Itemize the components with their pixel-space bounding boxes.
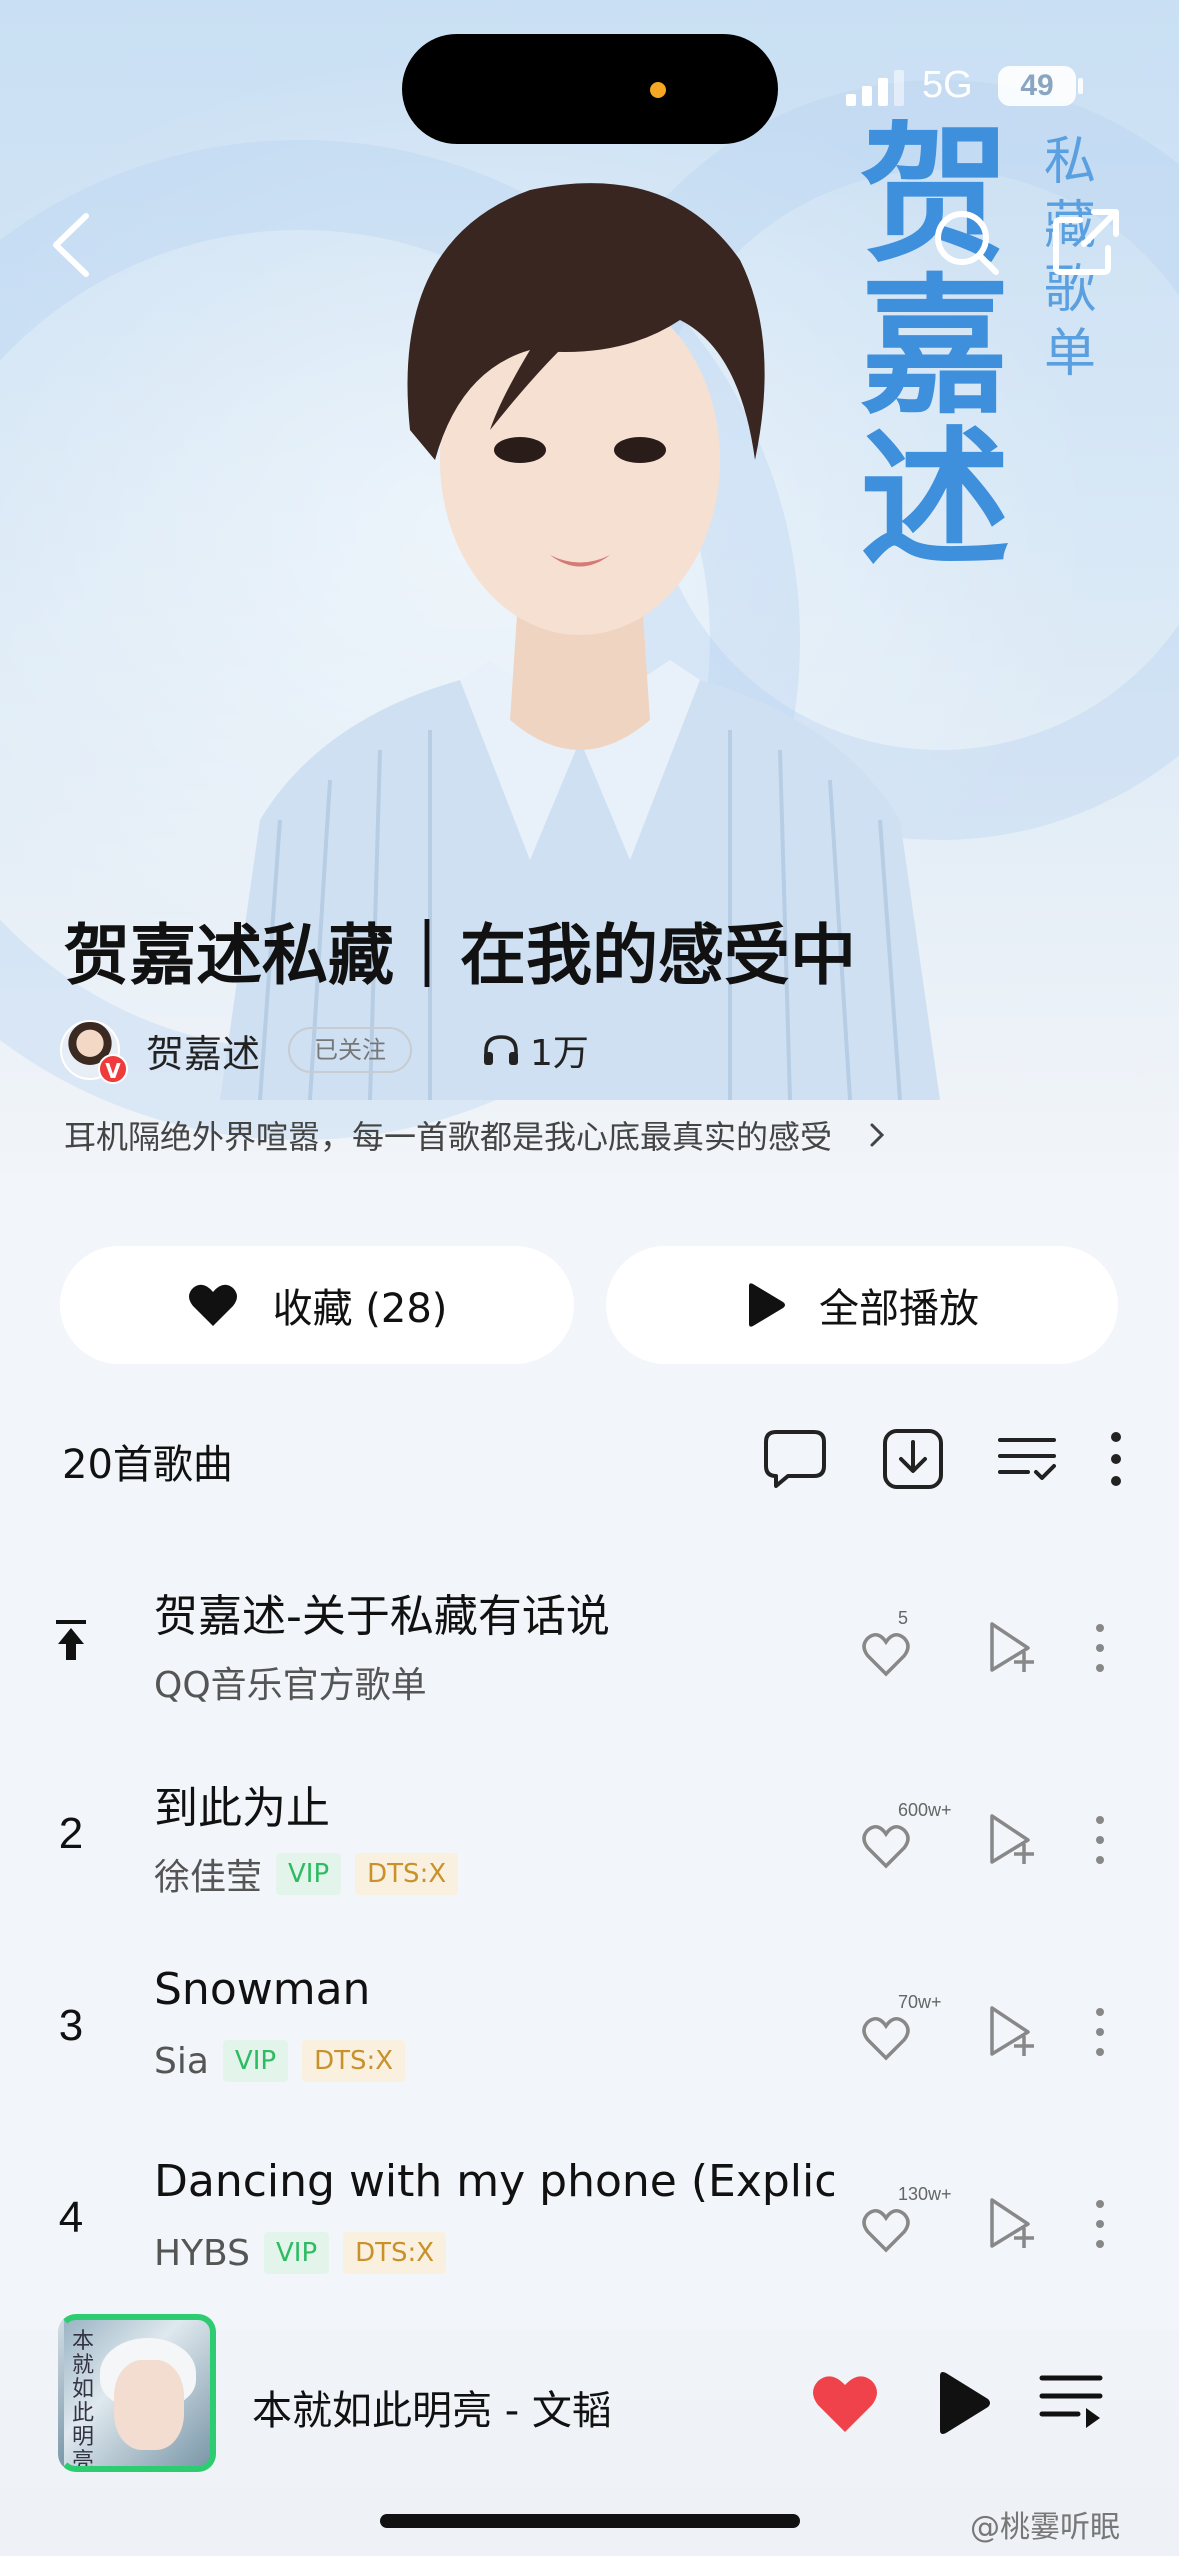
heart-outline-icon[interactable] (858, 1814, 938, 1874)
creator-avatar[interactable]: V (60, 1020, 128, 1084)
more-icon[interactable] (1090, 2004, 1110, 2060)
dynamic-island (402, 34, 778, 144)
more-icon[interactable] (1090, 1620, 1110, 1676)
song-index: 3 (58, 2001, 84, 2050)
vip-tag: VIP (276, 1853, 342, 1895)
status-bar: 5G 49 (0, 0, 1179, 144)
song-count: 20首歌曲 (62, 1442, 233, 1488)
listen-count-value: 1万 (530, 1033, 589, 1074)
add-to-playlist-icon[interactable] (986, 1812, 1036, 1868)
network-type: 5G (922, 64, 973, 106)
playlist-description-row[interactable]: 耳机隔绝外界喧嚣，每一首歌都是我心底最真实的感受 (64, 1110, 1124, 1160)
battery-cap (1078, 78, 1083, 94)
listen-count: 1万 (482, 1024, 589, 1076)
song-title: 到此为止 (154, 1783, 330, 1834)
song-index: 2 (58, 1809, 84, 1858)
vip-tag: VIP (222, 2040, 289, 2082)
comment-button[interactable] (762, 1428, 828, 1494)
follow-status-button[interactable]: 已关注 (288, 1027, 413, 1073)
add-to-playlist-icon[interactable] (986, 1620, 1036, 1676)
now-playing-cover[interactable]: 本就如此明亮 (58, 2314, 216, 2472)
song-artist: Sia (154, 2040, 209, 2082)
song-artist: QQ音乐官方歌单 (154, 1665, 427, 1706)
sort-list-icon (998, 1438, 1056, 1480)
heart-outline-icon[interactable] (858, 2198, 938, 2258)
dts-tag: DTS:X (355, 1853, 459, 1895)
verified-badge: V (98, 1054, 128, 1084)
song-meta: HYBS VIP DTS:X (154, 2232, 447, 2274)
play-all-label: 全部播放 (819, 1286, 979, 1332)
dts-tag: DTS:X (343, 2232, 447, 2274)
play-icon[interactable] (932, 2370, 992, 2436)
song-title: 贺嘉述-关于私藏有话说 (154, 1591, 610, 1642)
chevron-right-icon (870, 1123, 885, 1147)
song-row[interactable]: 2 到此为止 徐佳莹 VIP DTS:X 600w+ (0, 1754, 1179, 1944)
more-icon[interactable] (1090, 2196, 1110, 2252)
share-icon[interactable] (1050, 206, 1122, 278)
signal-icon (846, 70, 904, 106)
mic-indicator (650, 82, 666, 98)
download-button[interactable] (882, 1428, 944, 1494)
song-row[interactable]: 4 Dancing with my phone (Explic... HYBS … (0, 2138, 1179, 2328)
cover-art-face (114, 2360, 184, 2450)
comment-icon (764, 1430, 826, 1488)
play-all-button[interactable]: 全部播放 (606, 1246, 1118, 1364)
now-playing-title[interactable]: 本就如此明亮 - 文韬 (252, 2378, 612, 2436)
cover-art-text: 本就如此明亮 (72, 2329, 95, 2472)
heart-filled-icon[interactable] (810, 2370, 880, 2436)
song-title: Snowman (154, 1964, 371, 2015)
song-meta: QQ音乐官方歌单 (154, 1656, 427, 1708)
home-indicator[interactable] (380, 2514, 800, 2528)
heart-outline-icon[interactable] (858, 1622, 938, 1682)
pin-top-icon (56, 1620, 86, 1660)
more-button[interactable] (1110, 1431, 1122, 1491)
play-icon (749, 1283, 785, 1327)
song-title: Dancing with my phone (Explic... (154, 2156, 834, 2207)
playlist-hero: 贺嘉述 私藏歌单 (0, 0, 1179, 1190)
vip-tag: VIP (263, 2232, 330, 2274)
hero-artist-name: 贺嘉述 (859, 109, 1010, 587)
creator-name[interactable]: 贺嘉述 (146, 1023, 260, 1078)
collect-button[interactable]: 收藏 (28) (60, 1246, 574, 1364)
add-to-playlist-icon[interactable] (986, 2004, 1036, 2060)
queue-icon[interactable] (1038, 2372, 1104, 2432)
song-artist: 徐佳莹 (154, 1857, 263, 1898)
heart-icon (188, 1284, 237, 1326)
playlist-description: 耳机隔绝外界喧嚣，每一首歌都是我心底最真实的感受 (64, 1118, 833, 1156)
like-count: 130w+ (898, 2184, 952, 2204)
playlist-title: 贺嘉述私藏｜在我的感受中 (64, 917, 856, 994)
collect-label: 收藏 (28) (272, 1286, 448, 1332)
song-index: 4 (58, 2193, 84, 2242)
list-toolbar (708, 1426, 1122, 1496)
more-icon (1111, 1432, 1121, 1486)
like-count: 70w+ (898, 1992, 942, 2012)
download-icon (883, 1429, 943, 1489)
song-meta: 徐佳莹 VIP DTS:X (154, 1848, 459, 1900)
song-artist: HYBS (154, 2232, 250, 2274)
creator-row: V 贺嘉述 已关注 1万 (60, 1018, 589, 1084)
dts-tag: DTS:X (302, 2040, 406, 2082)
search-icon[interactable] (930, 206, 1002, 278)
add-to-playlist-icon[interactable] (986, 2196, 1036, 2252)
sort-button[interactable] (998, 1434, 1056, 1488)
watermark: @桃霎听眠 (970, 2510, 1120, 2545)
back-arrow-icon[interactable] (44, 210, 100, 280)
heart-outline-icon[interactable] (858, 2006, 938, 2066)
battery-icon: 49 (998, 66, 1076, 106)
like-count: 600w+ (898, 1800, 952, 1820)
song-row[interactable]: 贺嘉述-关于私藏有话说 QQ音乐官方歌单 5 (0, 1562, 1179, 1752)
song-row[interactable]: 3 Snowman Sia VIP DTS:X 70w+ (0, 1946, 1179, 2136)
more-icon[interactable] (1090, 1812, 1110, 1868)
song-list-header: 20首歌曲 (62, 1426, 1122, 1496)
like-count: 5 (898, 1608, 909, 1628)
song-meta: Sia VIP DTS:X (154, 2040, 406, 2082)
headphones-icon (484, 1035, 519, 1065)
